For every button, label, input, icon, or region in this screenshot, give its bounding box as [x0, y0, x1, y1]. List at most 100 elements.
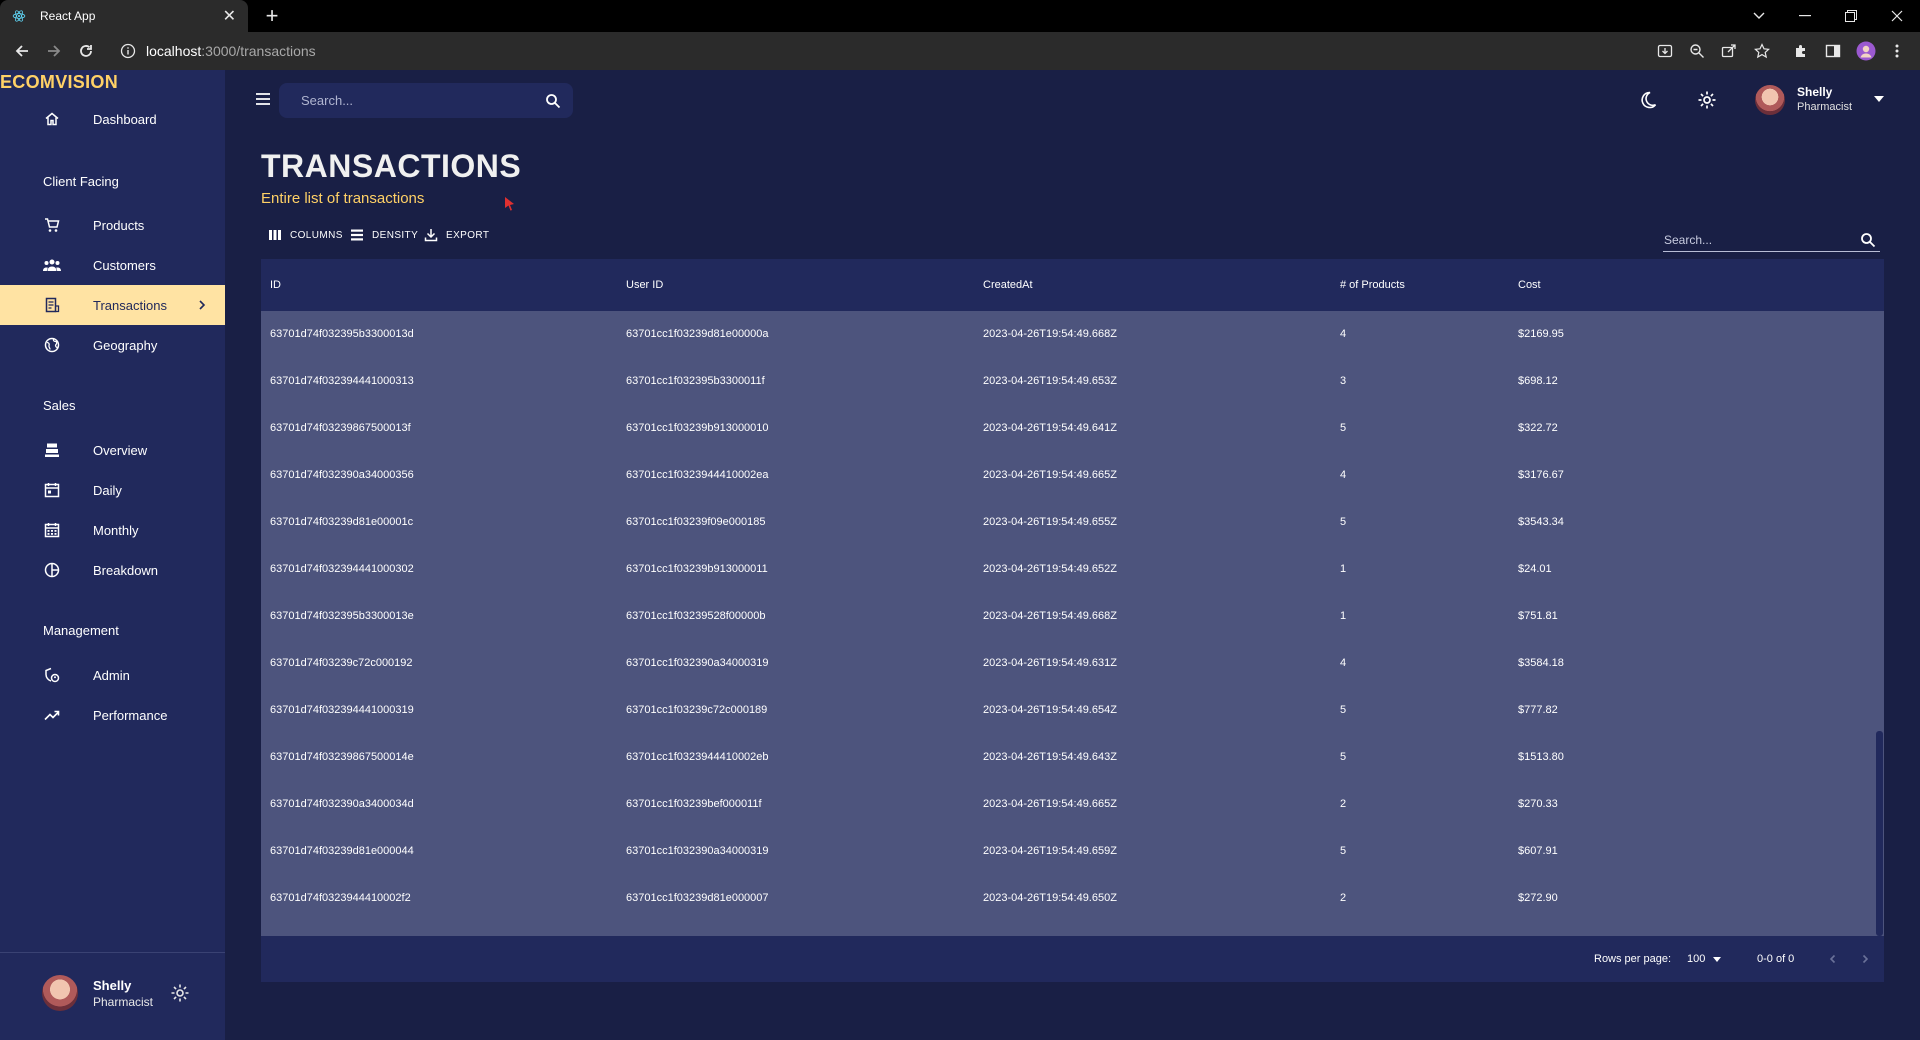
side-panel-icon[interactable]	[1823, 41, 1843, 61]
table-row[interactable]: 63701d74f032394441000319 63701cc1f03239c…	[261, 687, 1875, 734]
brand-logo[interactable]: ECOMVISION	[0, 72, 118, 93]
restore-button[interactable]	[1828, 0, 1874, 32]
rows-per-page-select[interactable]: 100	[1687, 936, 1722, 982]
close-window-button[interactable]	[1874, 0, 1920, 32]
chevron-left-icon	[1829, 954, 1836, 964]
point-of-sale-icon	[43, 441, 61, 459]
zoom-icon[interactable]	[1687, 41, 1707, 61]
search-icon[interactable]	[545, 93, 561, 109]
sidebar-item-performance[interactable]: Performance	[0, 695, 225, 735]
table-row[interactable]: 63701d74f0323944410002f2 63701cc1f03239d…	[261, 875, 1875, 922]
arrow-drop-down-icon[interactable]	[1874, 96, 1884, 102]
cell-cost: $272.90	[1518, 892, 1558, 904]
tab-search-icon[interactable]	[1736, 0, 1782, 32]
vertical-scrollbar-thumb[interactable]	[1876, 731, 1883, 936]
settings-icon[interactable]	[1696, 89, 1718, 111]
cell-created-at: 2023-04-26T19:54:49.659Z	[983, 845, 1117, 857]
cell-user-id: 63701cc1f03239d81e00000a	[626, 328, 769, 340]
topbar-user-name[interactable]: Shelly	[1797, 85, 1832, 99]
table-row[interactable]: 63701d74f032394441000313 63701cc1f032395…	[261, 358, 1875, 405]
sidebar-item-customers[interactable]: Customers	[0, 245, 225, 285]
browser-tab-strip: React App ✕ +	[0, 0, 1920, 32]
column-header-created-at[interactable]: CreatedAt	[983, 259, 1033, 311]
browser-tab[interactable]: React App ✕	[0, 0, 248, 32]
profile-avatar-icon[interactable]	[1856, 41, 1876, 61]
table-row[interactable]: 63701d74f032394441000302 63701cc1f03239b…	[261, 546, 1875, 593]
back-icon[interactable]	[10, 39, 34, 63]
grid-search-input[interactable]: Search...	[1663, 233, 1860, 247]
admin-icon	[43, 666, 61, 684]
sidebar-item-admin[interactable]: Admin	[0, 655, 225, 695]
table-row[interactable]: 63701d74f032390a3400034d 63701cc1f03239b…	[261, 781, 1875, 828]
sidebar-item-label: Monthly	[93, 522, 139, 538]
close-tab-icon[interactable]: ✕	[223, 6, 236, 26]
sidebar-user-role: Pharmacist	[93, 995, 154, 1009]
grid-search-field[interactable]: Search...	[1663, 228, 1880, 252]
cell-products-count: 5	[1340, 422, 1347, 434]
sidebar-item-breakdown[interactable]: Breakdown	[0, 550, 225, 590]
search-input[interactable]: Search...	[301, 93, 545, 108]
shopping-cart-icon	[43, 216, 61, 234]
cell-products-count: 4	[1340, 657, 1347, 669]
columns-button[interactable]: COLUMNS	[268, 227, 343, 243]
table-row[interactable]: 63701d74f03239867500013f 63701cc1f03239b…	[261, 405, 1875, 452]
groups-icon	[43, 256, 61, 274]
react-logo-icon	[12, 10, 26, 22]
table-row[interactable]: 63701d74f03239867500014e 63701cc1f032394…	[261, 734, 1875, 781]
table-row[interactable]: 63701d74f032390a34000356 63701cc1f032394…	[261, 452, 1875, 499]
cell-created-at: 2023-04-26T19:54:49.653Z	[983, 375, 1117, 387]
sidebar-item-overview[interactable]: Overview	[0, 430, 225, 470]
sidebar-item-geography[interactable]: Geography	[0, 325, 225, 365]
column-header-id[interactable]: ID	[270, 259, 281, 311]
site-info-icon[interactable]	[120, 43, 136, 59]
cell-cost: $24.01	[1518, 563, 1552, 575]
calendar-month-icon	[43, 521, 61, 539]
calendar-today-icon	[43, 481, 61, 499]
cell-id: 63701d74f032394441000302	[270, 563, 414, 575]
url-host: localhost	[146, 43, 202, 59]
address-bar[interactable]: localhost:3000/transactions	[112, 36, 1692, 66]
top-search-bar[interactable]: Search...	[279, 83, 573, 118]
sidebar-item-products[interactable]: Products	[0, 205, 225, 245]
trending-up-icon	[43, 706, 61, 724]
avatar[interactable]	[1755, 85, 1785, 115]
previous-page-button[interactable]	[1825, 951, 1841, 967]
sidebar-item-dashboard[interactable]: Dashboard	[0, 99, 225, 139]
settings-gear-icon[interactable]	[170, 983, 190, 1003]
column-header-user-id[interactable]: User ID	[626, 259, 663, 311]
sidebar-item-daily[interactable]: Daily	[0, 470, 225, 510]
table-row[interactable]: 63701d74f03239c72c000192 63701cc1f032390…	[261, 640, 1875, 687]
sidebar-item-monthly[interactable]: Monthly	[0, 510, 225, 550]
new-tab-button[interactable]: +	[260, 4, 284, 28]
export-button[interactable]: EXPORT	[424, 227, 489, 243]
table-row[interactable]: 63701d74f032395b3300013e 63701cc1f032395…	[261, 593, 1875, 640]
menu-icon[interactable]	[254, 90, 274, 110]
share-icon[interactable]	[1719, 41, 1739, 61]
bookmark-star-icon[interactable]	[1752, 41, 1772, 61]
column-header-cost[interactable]: Cost	[1518, 259, 1541, 311]
minimize-button[interactable]	[1782, 0, 1828, 32]
table-row[interactable]: 63701d74f032395b3300013d 63701cc1f03239d…	[261, 311, 1875, 358]
forward-icon[interactable]	[42, 39, 66, 63]
transactions-data-grid: ID User ID CreatedAt # of Products Cost …	[261, 259, 1884, 982]
cell-products-count: 3	[1340, 375, 1347, 387]
extensions-icon[interactable]	[1791, 41, 1811, 61]
dark-mode-icon[interactable]	[1637, 89, 1659, 111]
cell-products-count: 5	[1340, 516, 1347, 528]
cell-created-at: 2023-04-26T19:54:49.652Z	[983, 563, 1117, 575]
chevron-right-icon	[199, 300, 206, 310]
column-header-products-count[interactable]: # of Products	[1340, 259, 1405, 311]
browser-menu-icon[interactable]	[1887, 41, 1907, 61]
table-row[interactable]: 63701d74f03239d81e000044 63701cc1f032390…	[261, 828, 1875, 875]
install-app-icon[interactable]	[1655, 41, 1675, 61]
receipt-icon	[43, 296, 61, 314]
table-row[interactable]: 63701d74f03239d81e00001c 63701cc1f03239f…	[261, 499, 1875, 546]
cell-cost: $607.91	[1518, 845, 1558, 857]
sidebar-item-transactions[interactable]: Transactions	[0, 285, 225, 325]
reload-icon[interactable]	[74, 39, 98, 63]
density-button[interactable]: DENSITY	[350, 227, 418, 243]
download-icon	[424, 229, 438, 242]
grid-header: ID User ID CreatedAt # of Products Cost	[261, 259, 1884, 311]
avatar	[42, 975, 78, 1011]
next-page-button[interactable]	[1857, 951, 1873, 967]
